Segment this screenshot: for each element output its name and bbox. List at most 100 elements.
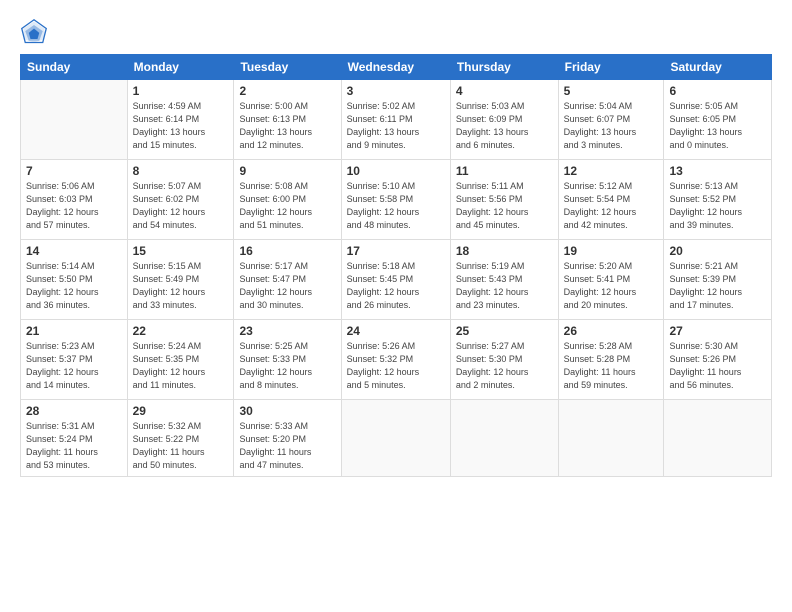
day-number: 12 <box>564 164 659 178</box>
day-info: Sunrise: 5:11 AM Sunset: 5:56 PM Dayligh… <box>456 180 553 232</box>
day-number: 22 <box>133 324 229 338</box>
day-info: Sunrise: 5:00 AM Sunset: 6:13 PM Dayligh… <box>239 100 335 152</box>
day-info: Sunrise: 5:30 AM Sunset: 5:26 PM Dayligh… <box>669 340 766 392</box>
day-info: Sunrise: 5:14 AM Sunset: 5:50 PM Dayligh… <box>26 260 122 312</box>
day-info: Sunrise: 5:18 AM Sunset: 5:45 PM Dayligh… <box>347 260 445 312</box>
day-info: Sunrise: 5:20 AM Sunset: 5:41 PM Dayligh… <box>564 260 659 312</box>
weekday-header-thursday: Thursday <box>450 55 558 80</box>
day-info: Sunrise: 5:13 AM Sunset: 5:52 PM Dayligh… <box>669 180 766 232</box>
day-info: Sunrise: 5:24 AM Sunset: 5:35 PM Dayligh… <box>133 340 229 392</box>
day-info: Sunrise: 5:17 AM Sunset: 5:47 PM Dayligh… <box>239 260 335 312</box>
day-number: 27 <box>669 324 766 338</box>
calendar-cell: 23 Sunrise: 5:25 AM Sunset: 5:33 PM Dayli… <box>234 320 341 400</box>
calendar-week-row: 14 Sunrise: 5:14 AM Sunset: 5:50 PM Dayli… <box>21 240 772 320</box>
day-number: 26 <box>564 324 659 338</box>
calendar-cell: 20 Sunrise: 5:21 AM Sunset: 5:39 PM Dayli… <box>664 240 772 320</box>
calendar-cell: 21 Sunrise: 5:23 AM Sunset: 5:37 PM Dayli… <box>21 320 128 400</box>
calendar-table: SundayMondayTuesdayWednesdayThursdayFrid… <box>20 54 772 477</box>
day-number: 23 <box>239 324 335 338</box>
day-info: Sunrise: 4:59 AM Sunset: 6:14 PM Dayligh… <box>133 100 229 152</box>
day-number: 21 <box>26 324 122 338</box>
day-info: Sunrise: 5:28 AM Sunset: 5:28 PM Dayligh… <box>564 340 659 392</box>
day-info: Sunrise: 5:07 AM Sunset: 6:02 PM Dayligh… <box>133 180 229 232</box>
calendar-week-row: 7 Sunrise: 5:06 AM Sunset: 6:03 PM Daylig… <box>21 160 772 240</box>
day-info: Sunrise: 5:26 AM Sunset: 5:32 PM Dayligh… <box>347 340 445 392</box>
day-number: 17 <box>347 244 445 258</box>
day-info: Sunrise: 5:21 AM Sunset: 5:39 PM Dayligh… <box>669 260 766 312</box>
calendar-cell: 14 Sunrise: 5:14 AM Sunset: 5:50 PM Dayli… <box>21 240 128 320</box>
calendar-cell: 6Sunrise: 5:05 AM Sunset: 6:05 PM Daylig… <box>664 80 772 160</box>
calendar-cell: 8 Sunrise: 5:07 AM Sunset: 6:02 PM Daylig… <box>127 160 234 240</box>
day-number: 30 <box>239 404 335 418</box>
day-number: 9 <box>239 164 335 178</box>
day-number: 18 <box>456 244 553 258</box>
day-info: Sunrise: 5:05 AM Sunset: 6:05 PM Dayligh… <box>669 100 766 152</box>
day-info: Sunrise: 5:32 AM Sunset: 5:22 PM Dayligh… <box>133 420 229 472</box>
day-info: Sunrise: 5:19 AM Sunset: 5:43 PM Dayligh… <box>456 260 553 312</box>
day-info: Sunrise: 5:25 AM Sunset: 5:33 PM Dayligh… <box>239 340 335 392</box>
weekday-header-tuesday: Tuesday <box>234 55 341 80</box>
calendar-cell: 26 Sunrise: 5:28 AM Sunset: 5:28 PM Dayli… <box>558 320 664 400</box>
calendar-cell: 2 Sunrise: 5:00 AM Sunset: 6:13 PM Daylig… <box>234 80 341 160</box>
calendar-cell: 3 Sunrise: 5:02 AM Sunset: 6:11 PM Daylig… <box>341 80 450 160</box>
weekday-header-row: SundayMondayTuesdayWednesdayThursdayFrid… <box>21 55 772 80</box>
day-number: 24 <box>347 324 445 338</box>
calendar-cell: 5 Sunrise: 5:04 AM Sunset: 6:07 PM Daylig… <box>558 80 664 160</box>
day-info: Sunrise: 5:04 AM Sunset: 6:07 PM Dayligh… <box>564 100 659 152</box>
day-number: 25 <box>456 324 553 338</box>
day-number: 10 <box>347 164 445 178</box>
day-number: 14 <box>26 244 122 258</box>
day-info: Sunrise: 5:12 AM Sunset: 5:54 PM Dayligh… <box>564 180 659 232</box>
weekday-header-sunday: Sunday <box>21 55 128 80</box>
day-number: 28 <box>26 404 122 418</box>
day-info: Sunrise: 5:08 AM Sunset: 6:00 PM Dayligh… <box>239 180 335 232</box>
day-number: 2 <box>239 84 335 98</box>
day-info: Sunrise: 5:23 AM Sunset: 5:37 PM Dayligh… <box>26 340 122 392</box>
day-number: 29 <box>133 404 229 418</box>
page-header <box>20 18 772 46</box>
calendar-cell: 15 Sunrise: 5:15 AM Sunset: 5:49 PM Dayli… <box>127 240 234 320</box>
calendar-cell: 28 Sunrise: 5:31 AM Sunset: 5:24 PM Dayli… <box>21 400 128 477</box>
calendar-cell <box>664 400 772 477</box>
calendar-cell: 24 Sunrise: 5:26 AM Sunset: 5:32 PM Dayli… <box>341 320 450 400</box>
calendar-cell: 27 Sunrise: 5:30 AM Sunset: 5:26 PM Dayli… <box>664 320 772 400</box>
day-number: 5 <box>564 84 659 98</box>
logo-icon <box>20 18 48 46</box>
calendar-cell: 4 Sunrise: 5:03 AM Sunset: 6:09 PM Daylig… <box>450 80 558 160</box>
calendar-cell: 13 Sunrise: 5:13 AM Sunset: 5:52 PM Dayli… <box>664 160 772 240</box>
calendar-cell: 25Sunrise: 5:27 AM Sunset: 5:30 PM Dayli… <box>450 320 558 400</box>
calendar-cell: 19 Sunrise: 5:20 AM Sunset: 5:41 PM Dayli… <box>558 240 664 320</box>
day-info: Sunrise: 5:33 AM Sunset: 5:20 PM Dayligh… <box>239 420 335 472</box>
day-number: 13 <box>669 164 766 178</box>
day-number: 16 <box>239 244 335 258</box>
day-info: Sunrise: 5:15 AM Sunset: 5:49 PM Dayligh… <box>133 260 229 312</box>
day-info: Sunrise: 5:31 AM Sunset: 5:24 PM Dayligh… <box>26 420 122 472</box>
day-info: Sunrise: 5:06 AM Sunset: 6:03 PM Dayligh… <box>26 180 122 232</box>
day-number: 20 <box>669 244 766 258</box>
day-number: 8 <box>133 164 229 178</box>
calendar-cell: 9 Sunrise: 5:08 AM Sunset: 6:00 PM Daylig… <box>234 160 341 240</box>
calendar-cell: 18 Sunrise: 5:19 AM Sunset: 5:43 PM Dayli… <box>450 240 558 320</box>
logo <box>20 18 52 46</box>
calendar-cell <box>558 400 664 477</box>
day-number: 4 <box>456 84 553 98</box>
day-number: 15 <box>133 244 229 258</box>
calendar-week-row: 21 Sunrise: 5:23 AM Sunset: 5:37 PM Dayli… <box>21 320 772 400</box>
weekday-header-wednesday: Wednesday <box>341 55 450 80</box>
calendar-cell: 16 Sunrise: 5:17 AM Sunset: 5:47 PM Dayli… <box>234 240 341 320</box>
calendar-cell: 17 Sunrise: 5:18 AM Sunset: 5:45 PM Dayli… <box>341 240 450 320</box>
weekday-header-monday: Monday <box>127 55 234 80</box>
calendar-cell: 30 Sunrise: 5:33 AM Sunset: 5:20 PM Dayli… <box>234 400 341 477</box>
calendar-cell: 29 Sunrise: 5:32 AM Sunset: 5:22 PM Dayli… <box>127 400 234 477</box>
calendar-cell: 11Sunrise: 5:11 AM Sunset: 5:56 PM Dayli… <box>450 160 558 240</box>
day-info: Sunrise: 5:02 AM Sunset: 6:11 PM Dayligh… <box>347 100 445 152</box>
day-number: 1 <box>133 84 229 98</box>
day-number: 7 <box>26 164 122 178</box>
calendar-cell: 10Sunrise: 5:10 AM Sunset: 5:58 PM Dayli… <box>341 160 450 240</box>
calendar-cell <box>341 400 450 477</box>
day-number: 19 <box>564 244 659 258</box>
calendar-week-row: 28 Sunrise: 5:31 AM Sunset: 5:24 PM Dayli… <box>21 400 772 477</box>
day-info: Sunrise: 5:03 AM Sunset: 6:09 PM Dayligh… <box>456 100 553 152</box>
calendar-cell: 1 Sunrise: 4:59 AM Sunset: 6:14 PM Daylig… <box>127 80 234 160</box>
day-number: 3 <box>347 84 445 98</box>
